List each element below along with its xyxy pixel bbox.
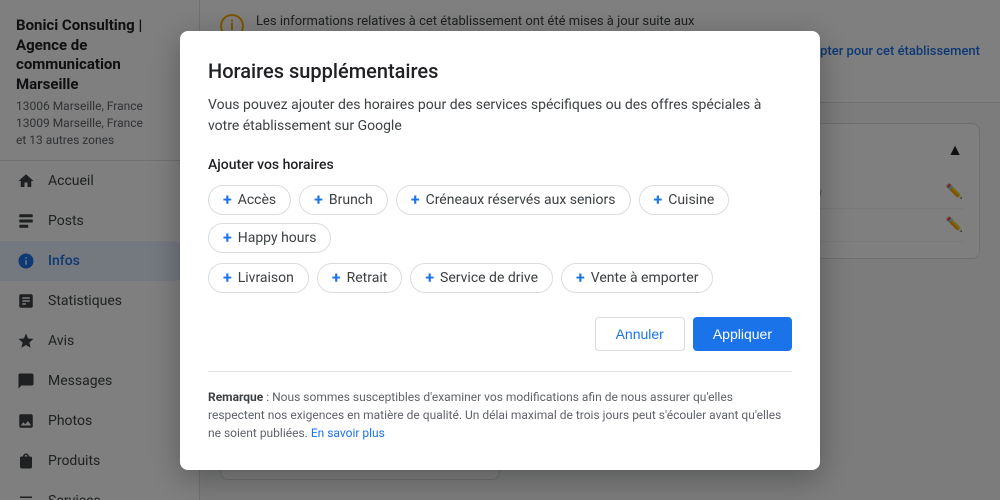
chip-plus-icon: + [332,270,341,286]
chips-row-2: +Livraison +Retrait +Service de drive +Vent… [208,263,792,293]
chip-vente-à-emporter[interactable]: +Vente à emporter [561,263,713,293]
chip-créneaux-réservés-aux-seniors[interactable]: +Créneaux réservés aux seniors [396,185,631,215]
chip-plus-icon: + [576,270,585,286]
apply-button[interactable]: Appliquer [693,317,792,351]
note-bold: Remarque [208,390,263,404]
modal: Horaires supplémentaires Vous pouvez ajo… [180,31,820,470]
modal-description: Vous pouvez ajouter des horaires pour de… [208,95,792,137]
chip-cuisine[interactable]: +Cuisine [639,185,730,215]
chip-accès[interactable]: +Accès [208,185,291,215]
modal-section-title: Ajouter vos horaires [208,157,792,173]
cancel-button[interactable]: Annuler [595,317,685,351]
chip-plus-icon: + [654,192,663,208]
chip-plus-icon: + [411,192,420,208]
chips-row-1: +Accès +Brunch +Créneaux réservés aux seni… [208,185,792,253]
modal-title: Horaires supplémentaires [208,59,792,83]
chip-plus-icon: + [223,230,232,246]
modal-footer: Annuler Appliquer [208,317,792,351]
chip-happy-hours[interactable]: +Happy hours [208,223,331,253]
chip-plus-icon: + [425,270,434,286]
note-learn-more-link[interactable]: En savoir plus [311,426,385,440]
chip-retrait[interactable]: +Retrait [317,263,402,293]
chip-brunch[interactable]: +Brunch [299,185,388,215]
chip-livraison[interactable]: +Livraison [208,263,309,293]
chip-plus-icon: + [314,192,323,208]
modal-overlay: Horaires supplémentaires Vous pouvez ajo… [0,0,1000,500]
chip-plus-icon: + [223,192,232,208]
chip-plus-icon: + [223,270,232,286]
note-text: : Nous sommes susceptibles d'examiner vo… [208,390,781,440]
chip-service-de-drive[interactable]: +Service de drive [410,263,553,293]
modal-note: Remarque : Nous sommes susceptibles d'ex… [208,371,792,442]
